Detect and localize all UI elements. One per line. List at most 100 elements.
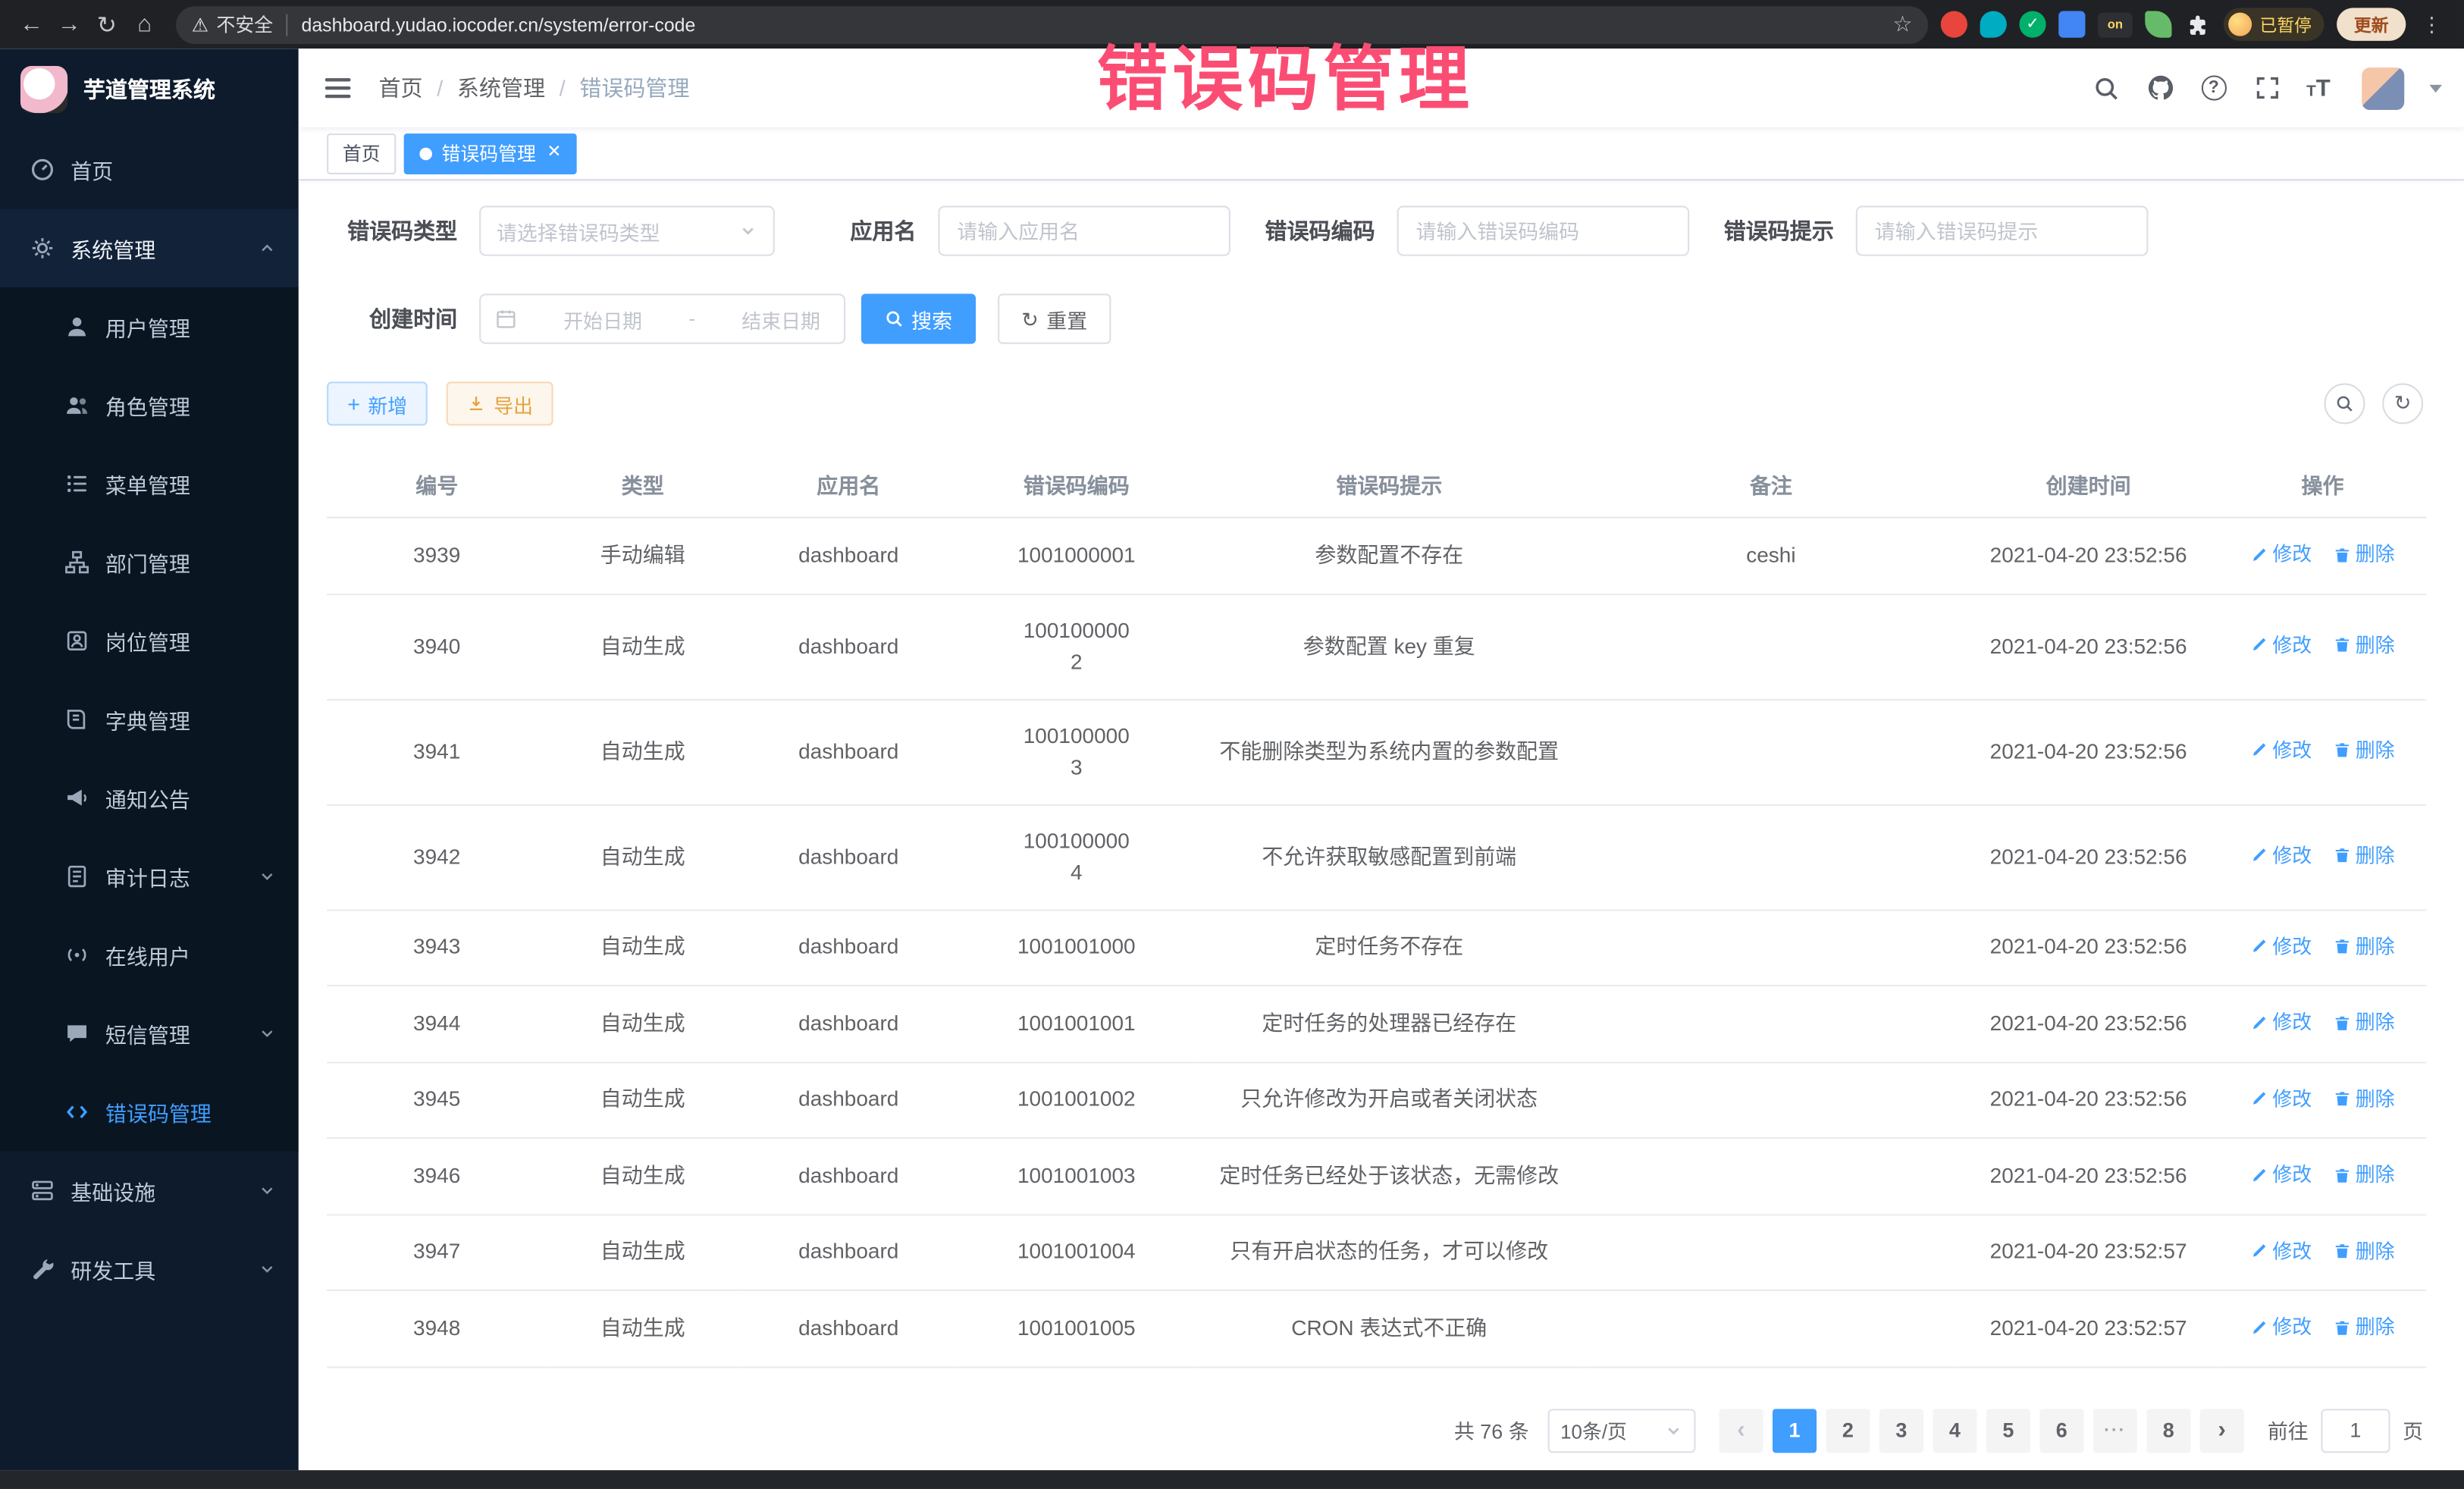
- sidebar-item-notice-mgmt[interactable]: 通知公告: [0, 759, 299, 838]
- extension-icon-drop[interactable]: [1980, 11, 2007, 38]
- goto-page-input[interactable]: [2321, 1408, 2390, 1452]
- back-icon[interactable]: ←: [13, 5, 51, 43]
- profile-paused-chip[interactable]: 已暂停: [2224, 8, 2324, 41]
- bookmark-star-icon[interactable]: ☆: [1892, 11, 1912, 38]
- error-code-input[interactable]: [1397, 205, 1690, 255]
- extension-icon-grid[interactable]: [2058, 11, 2085, 38]
- export-button[interactable]: 导出: [447, 381, 553, 425]
- github-icon[interactable]: [2146, 74, 2174, 102]
- cell-app: dashboard: [738, 699, 958, 804]
- refresh-table-button[interactable]: ↻: [2382, 383, 2423, 424]
- page-button-2[interactable]: 2: [1826, 1408, 1870, 1452]
- extension-on-badge[interactable]: on: [2098, 12, 2133, 37]
- edit-link[interactable]: 修改: [2250, 1083, 2312, 1114]
- sidebar-item-error-code-mgmt[interactable]: 错误码管理: [0, 1073, 299, 1152]
- cell-app: dashboard: [738, 594, 958, 699]
- prev-page-button[interactable]: ‹: [1719, 1408, 1763, 1452]
- sidebar-item-sms-mgmt[interactable]: 短信管理: [0, 994, 299, 1073]
- sidebar-item-post-mgmt[interactable]: 岗位管理: [0, 601, 299, 680]
- edit-link[interactable]: 修改: [2250, 1312, 2312, 1343]
- more-pages-button[interactable]: ···: [2093, 1408, 2137, 1452]
- sidebar-item-infra[interactable]: 基础设施: [0, 1152, 299, 1230]
- delete-link[interactable]: 删除: [2334, 1159, 2395, 1190]
- book-icon: [64, 707, 89, 732]
- page-button-6[interactable]: 6: [2039, 1408, 2083, 1452]
- page-button-8[interactable]: 8: [2146, 1408, 2190, 1452]
- add-button[interactable]: + 新增: [327, 381, 428, 425]
- app-name-input[interactable]: [938, 205, 1230, 255]
- update-button[interactable]: 更新: [2337, 8, 2406, 41]
- page-button-5[interactable]: 5: [1986, 1408, 2030, 1452]
- delete-link[interactable]: 删除: [2334, 1312, 2395, 1343]
- delete-link[interactable]: 删除: [2334, 539, 2395, 570]
- profile-paused-label: 已暂停: [2260, 12, 2312, 37]
- navbar-actions: ? TT: [2093, 67, 2442, 109]
- delete-link[interactable]: 删除: [2334, 1007, 2395, 1038]
- close-icon[interactable]: ✕: [545, 145, 561, 162]
- user-avatar[interactable]: [2362, 67, 2404, 109]
- search-icon[interactable]: [2093, 74, 2121, 102]
- date-range-picker[interactable]: 开始日期 - 结束日期: [479, 293, 845, 343]
- toggle-search-button[interactable]: [2324, 383, 2365, 424]
- reload-icon[interactable]: ↻: [88, 5, 126, 43]
- breadcrumb-home[interactable]: 首页: [379, 72, 423, 103]
- error-msg-input[interactable]: [1856, 205, 2149, 255]
- error-type-select[interactable]: 请选择错误码类型: [479, 205, 775, 255]
- cell-ops: 修改 删除: [2219, 518, 2427, 594]
- edit-link[interactable]: 修改: [2250, 629, 2312, 660]
- puzzle-icon[interactable]: [2184, 11, 2211, 38]
- sidebar-item-dept-mgmt[interactable]: 部门管理: [0, 523, 299, 602]
- delete-link[interactable]: 删除: [2334, 735, 2395, 766]
- edit-link[interactable]: 修改: [2250, 1235, 2312, 1266]
- overflow-menu-icon[interactable]: ⋮: [2419, 12, 2445, 37]
- delete-link[interactable]: 删除: [2334, 930, 2395, 961]
- delete-link[interactable]: 删除: [2334, 840, 2395, 871]
- search-button[interactable]: 搜索: [861, 293, 976, 343]
- extension-icon-leaf[interactable]: [2145, 11, 2171, 38]
- page-size-select[interactable]: 10条/页: [1548, 1408, 1696, 1452]
- cell-id: 3945: [327, 1061, 547, 1137]
- tab-home[interactable]: 首页: [327, 133, 396, 174]
- sidebar-item-menu-mgmt[interactable]: 菜单管理: [0, 444, 299, 523]
- edit-link[interactable]: 修改: [2250, 930, 2312, 961]
- delete-link[interactable]: 删除: [2334, 1083, 2395, 1114]
- font-size-icon[interactable]: TT: [2306, 76, 2331, 99]
- page-button-3[interactable]: 3: [1879, 1408, 1923, 1452]
- address-bar[interactable]: ⚠ 不安全 dashboard.yudao.iocoder.cn/system/…: [176, 5, 1928, 43]
- sidebar-item-role-mgmt[interactable]: 角色管理: [0, 366, 299, 445]
- edit-link[interactable]: 修改: [2250, 1007, 2312, 1038]
- cell-code: 100100000 4: [958, 804, 1194, 910]
- sidebar-item-dev-tools[interactable]: 研发工具: [0, 1230, 299, 1309]
- sidebar-item-dict-mgmt[interactable]: 字典管理: [0, 680, 299, 759]
- page-button-1[interactable]: 1: [1773, 1408, 1817, 1452]
- chevron-down-icon: [258, 1024, 277, 1043]
- edit-link[interactable]: 修改: [2250, 735, 2312, 766]
- home-icon[interactable]: ⌂: [126, 5, 164, 43]
- breadcrumb-system[interactable]: 系统管理: [457, 72, 545, 103]
- page-button-4[interactable]: 4: [1933, 1408, 1977, 1452]
- delete-link[interactable]: 删除: [2334, 629, 2395, 660]
- sidebar-item-audit-log[interactable]: 审计日志: [0, 837, 299, 916]
- forward-icon[interactable]: →: [50, 5, 88, 43]
- help-icon[interactable]: ?: [2199, 74, 2227, 102]
- extension-icon-check[interactable]: ✓: [2019, 11, 2045, 38]
- sidebar-item-home[interactable]: 首页: [0, 130, 299, 209]
- sidebar-item-online-users[interactable]: 在线用户: [0, 916, 299, 995]
- table-body: 3939 手动编辑 dashboard 1001000001 参数配置不存在 c…: [327, 518, 2426, 1367]
- col-remark: 备注: [1584, 451, 1958, 518]
- cell-code: 1001001000: [958, 910, 1194, 986]
- extension-icon-red[interactable]: [1941, 11, 1967, 38]
- tab-error-code[interactable]: 错误码管理 ✕: [404, 133, 577, 174]
- sidebar-item-user-mgmt[interactable]: 用户管理: [0, 287, 299, 366]
- sidebar-logo[interactable]: 芋道管理系统: [0, 49, 299, 130]
- fullscreen-icon[interactable]: [2253, 74, 2281, 102]
- hamburger-icon[interactable]: [322, 72, 353, 103]
- caret-down-icon[interactable]: [2429, 84, 2442, 92]
- delete-link[interactable]: 删除: [2334, 1235, 2395, 1266]
- next-page-button[interactable]: ›: [2200, 1408, 2244, 1452]
- edit-link[interactable]: 修改: [2250, 840, 2312, 871]
- edit-link[interactable]: 修改: [2250, 1159, 2312, 1190]
- edit-link[interactable]: 修改: [2250, 539, 2312, 570]
- sidebar-item-system[interactable]: 系统管理: [0, 209, 299, 288]
- reset-button[interactable]: ↻ 重置: [998, 293, 1111, 343]
